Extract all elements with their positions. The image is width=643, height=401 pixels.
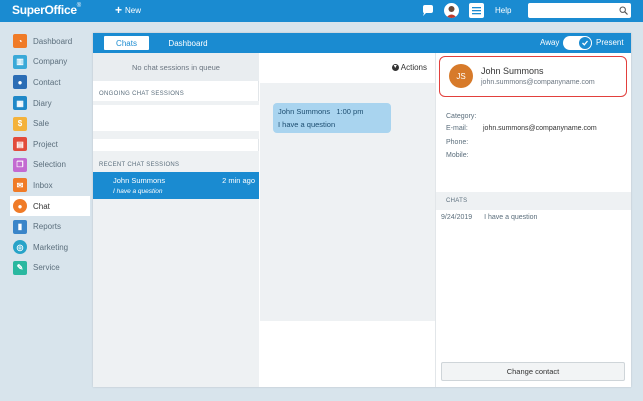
contact-avatar: JS (449, 64, 473, 88)
chat-status-icon[interactable] (420, 3, 435, 18)
plus-icon: + (115, 3, 123, 17)
session-name: John Summons (113, 176, 166, 185)
chat-date: 9/24/2019 (441, 214, 473, 221)
mobile-label: Mobile: (446, 152, 469, 159)
actions-button[interactable]: ▾ Actions (391, 63, 427, 72)
session-list: No chat sessions in queue ONGOING CHAT S… (93, 53, 259, 387)
session-time: 2 min ago (222, 176, 255, 185)
contact-icon: ● (13, 75, 27, 90)
message-area: John Summons 1:00 pm I have a question (260, 83, 435, 321)
service-icon: ✎ (13, 260, 27, 275)
tab-chats[interactable]: Chats (104, 36, 149, 50)
actions-icon: ▾ (391, 64, 399, 71)
new-button[interactable]: + New (115, 3, 142, 17)
ongoing-label: ONGOING CHAT SESSIONS (99, 91, 185, 97)
reports-icon: ▮ (13, 219, 27, 234)
sidebar-nav: ◔ Dashboard ▥ Company ● Contact ▦ Diary $ Sal… (10, 31, 90, 278)
away-label: Away (540, 38, 560, 47)
recent-session-item[interactable]: John Summons 2 min ago I have a question (93, 172, 259, 199)
sidebar-item-sale[interactable]: $ Sale (10, 113, 90, 134)
sidebar-item-dashboard[interactable]: ◔ Dashboard (10, 31, 90, 52)
queue-status: No chat sessions in queue (93, 53, 259, 81)
presence-toggle[interactable] (563, 36, 592, 50)
change-contact-button[interactable]: Change contact (441, 362, 625, 381)
category-label: Category: (446, 113, 477, 120)
chat-history-row[interactable]: 9/24/2019 I have a question (441, 214, 537, 221)
contact-card[interactable]: JS John Summons john.summons@companyname… (439, 56, 627, 97)
project-icon: ▤ (13, 137, 27, 152)
contact-email: john.summons@companyname.com (481, 79, 595, 86)
check-icon (579, 37, 591, 49)
sidebar-item-project[interactable]: ▤ Project (10, 134, 90, 155)
sidebar-item-service[interactable]: ✎ Service (10, 258, 90, 279)
tab-dashboard[interactable]: Dashboard (163, 36, 213, 50)
contact-pane: JS John Summons john.summons@companyname… (435, 53, 631, 387)
conversation-header: ▾ Actions (260, 53, 435, 83)
diary-icon: ▦ (13, 96, 27, 111)
menu-list-icon[interactable] (469, 3, 484, 18)
session-message: I have a question (113, 188, 163, 195)
sidebar-item-diary[interactable]: ▦ Diary (10, 93, 90, 114)
inbox-icon: ✉ (13, 178, 27, 193)
email-label: E-mail: (446, 125, 468, 132)
search-input[interactable] (528, 3, 631, 18)
chats-section-header: CHATS (436, 192, 631, 210)
marketing-icon: ◎ (13, 240, 27, 255)
bubble-time: 1:00 pm (336, 107, 364, 116)
search-icon (619, 6, 628, 15)
sidebar-item-company[interactable]: ▥ Company (10, 52, 90, 73)
company-icon: ▥ (13, 54, 27, 69)
email-value[interactable]: john.summons@companyname.com (483, 125, 597, 132)
new-label: New (125, 5, 142, 15)
message-input[interactable] (260, 321, 435, 387)
chat-icon: ● (13, 199, 27, 214)
recent-label: RECENT CHAT SESSIONS (99, 162, 180, 168)
user-avatar-icon[interactable] (444, 3, 459, 18)
sidebar-item-selection[interactable]: ❐ Selection (10, 155, 90, 176)
present-label: Present (596, 38, 624, 47)
sidebar-item-inbox[interactable]: ✉ Inbox (10, 175, 90, 196)
sale-icon: $ (13, 116, 27, 131)
top-bar: SuperOffice® + New Help (0, 0, 643, 22)
chat-panel: Chats Dashboard Away Present No chat ses… (93, 33, 631, 387)
phone-label: Phone: (446, 139, 469, 146)
selection-icon: ❐ (13, 157, 27, 172)
ongoing-sessions (93, 101, 259, 139)
conversation-pane: ▾ Actions John Summons 1:00 pm I have a … (260, 53, 435, 387)
contact-name: John Summons (481, 66, 544, 76)
help-link[interactable]: Help (495, 6, 511, 15)
message-bubble: John Summons 1:00 pm I have a question (273, 103, 391, 133)
sidebar-item-marketing[interactable]: ◎ Marketing (10, 237, 90, 258)
bubble-sender: John Summons (278, 107, 331, 116)
tab-bar: Chats Dashboard Away Present (93, 33, 631, 53)
bubble-text: I have a question (278, 120, 336, 129)
logo[interactable]: SuperOffice® (12, 3, 81, 17)
sidebar-item-chat[interactable]: ● Chat (10, 195, 90, 217)
chat-text: I have a question (484, 214, 538, 221)
dashboard-icon: ◔ (13, 34, 27, 49)
sidebar-item-contact[interactable]: ● Contact (10, 72, 90, 93)
sidebar-item-reports[interactable]: ▮ Reports (10, 216, 90, 237)
